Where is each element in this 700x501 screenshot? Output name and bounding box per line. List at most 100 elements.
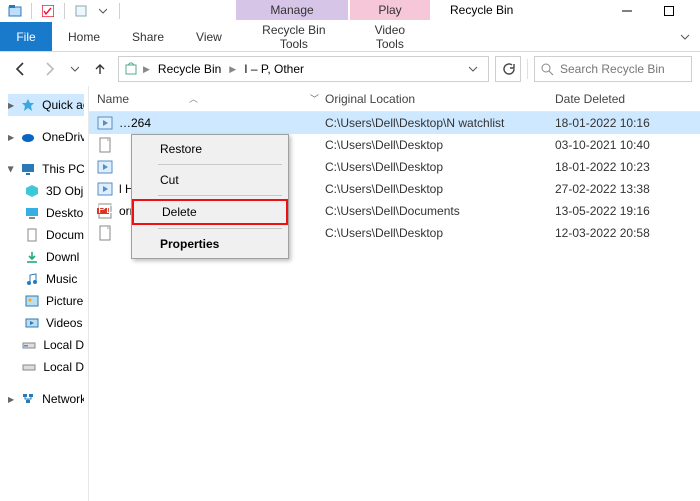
search-icon <box>541 63 554 76</box>
minimize-button[interactable] <box>620 4 634 18</box>
file-icon <box>97 137 113 153</box>
file-icon <box>97 115 113 131</box>
maximize-button[interactable] <box>662 4 676 18</box>
sidebar-item-label: Docum <box>46 228 84 242</box>
ribbon-expand-icon[interactable] <box>670 22 700 51</box>
column-dropdown-icon[interactable]: ﹀ <box>310 92 319 105</box>
tab-file[interactable]: File <box>0 22 52 51</box>
sidebar-item-label: Downl <box>46 250 79 264</box>
sidebar-item-label: Videos <box>46 316 82 330</box>
navigation-bar: ▶ Recycle Bin ▶ I – P, Other Search Recy… <box>0 52 700 86</box>
menu-separator <box>158 195 282 196</box>
column-header-name[interactable]: Name ︿ ﹀ <box>97 92 325 106</box>
date-deleted: 18-01-2022 10:16 <box>555 116 700 130</box>
breadcrumb-group[interactable]: I – P, Other <box>240 62 308 76</box>
chevron-right-icon[interactable]: ▶ <box>229 64 236 75</box>
sidebar-item-label: Deskto <box>46 206 83 220</box>
qat-properties-icon[interactable] <box>39 2 57 20</box>
tab-recycle-bin-tools[interactable]: Recycle Bin Tools <box>238 22 350 51</box>
sidebar-item-videos[interactable]: Videos <box>8 312 84 334</box>
menu-separator <box>158 228 282 229</box>
chevron-right-icon[interactable]: ▶ <box>8 101 14 110</box>
context-tab-manage: Manage <box>236 0 348 20</box>
refresh-button[interactable] <box>495 56 521 82</box>
address-dropdown-icon[interactable] <box>468 64 478 74</box>
app-icon[interactable] <box>6 2 24 20</box>
context-menu-cut[interactable]: Cut <box>132 168 288 192</box>
this-pc-icon <box>20 161 36 177</box>
ribbon-tabs: File Home Share View Recycle Bin Tools V… <box>0 22 700 52</box>
sidebar-item-local-disk-1[interactable]: Local D <box>8 334 84 356</box>
chevron-right-icon[interactable]: ▶ <box>143 64 150 75</box>
sidebar-item-3d-objects[interactable]: 3D Obj <box>8 180 84 202</box>
downloads-icon <box>24 249 40 265</box>
original-location: C:\Users\Dell\Documents <box>325 204 555 218</box>
up-button[interactable] <box>88 57 112 81</box>
qat-dropdown-icon[interactable] <box>94 2 112 20</box>
3d-objects-icon <box>24 183 40 199</box>
date-deleted: 13-05-2022 19:16 <box>555 204 700 218</box>
sidebar-item-label: Music <box>46 272 77 286</box>
context-menu-delete[interactable]: Delete <box>132 199 288 225</box>
drive-icon <box>21 359 37 375</box>
table-row[interactable]: …264 C:\Users\Dell\Desktop\N watchlist18-… <box>89 112 700 134</box>
network-icon <box>20 391 36 407</box>
sidebar-item-local-disk-2[interactable]: Local D <box>8 356 84 378</box>
sidebar-item-label: Local D <box>43 338 84 352</box>
sidebar-item-label: OneDriv <box>42 130 84 144</box>
date-deleted: 03-10-2021 10:40 <box>555 138 700 152</box>
sidebar-item-onedrive[interactable]: ▶ OneDriv <box>8 126 84 148</box>
sidebar-item-music[interactable]: Music <box>8 268 84 290</box>
recent-locations-icon[interactable] <box>68 57 82 81</box>
tab-share[interactable]: Share <box>116 22 180 51</box>
original-location: C:\Users\Dell\Desktop <box>325 138 555 152</box>
sidebar-item-desktop[interactable]: Deskto <box>8 202 84 224</box>
context-menu-restore[interactable]: Restore <box>132 137 288 161</box>
file-icon: PDF <box>97 203 113 219</box>
file-icon <box>97 225 113 241</box>
original-location: C:\Users\Dell\Desktop\N watchlist <box>325 116 555 130</box>
navigation-pane: ▶ Quick ac ▶ OneDriv ▶ This PC 3D Obj De… <box>0 86 88 501</box>
sidebar-item-network[interactable]: ▶ Network <box>8 388 84 410</box>
pictures-icon <box>24 293 40 309</box>
chevron-right-icon[interactable]: ▶ <box>8 395 14 404</box>
desktop-icon <box>24 205 40 221</box>
sidebar-item-documents[interactable]: Docum <box>8 224 84 246</box>
original-location: C:\Users\Dell\Desktop <box>325 226 555 240</box>
context-menu: Restore Cut Delete Properties <box>131 134 289 259</box>
tab-home[interactable]: Home <box>52 22 116 51</box>
file-name: …264 <box>119 116 151 130</box>
onedrive-icon <box>20 129 36 145</box>
sidebar-item-label: Local D <box>43 360 84 374</box>
original-location: C:\Users\Dell\Desktop <box>325 160 555 174</box>
sidebar-item-this-pc[interactable]: ▶ This PC <box>8 158 84 180</box>
tab-video-tools[interactable]: Video Tools <box>350 22 430 51</box>
sidebar-item-downloads[interactable]: Downl <box>8 246 84 268</box>
menu-separator <box>158 164 282 165</box>
address-bar[interactable]: ▶ Recycle Bin ▶ I – P, Other <box>118 56 489 82</box>
documents-icon <box>24 227 40 243</box>
context-menu-properties[interactable]: Properties <box>132 232 288 256</box>
context-tab-play: Play <box>350 0 430 20</box>
forward-button[interactable] <box>38 57 62 81</box>
search-box[interactable]: Search Recycle Bin <box>534 56 692 82</box>
search-placeholder: Search Recycle Bin <box>560 62 665 76</box>
sort-ascending-icon: ︿ <box>189 92 198 105</box>
column-header-date-deleted[interactable]: Date Deleted <box>555 92 700 106</box>
sidebar-item-pictures[interactable]: Picture <box>8 290 84 312</box>
chevron-down-icon[interactable]: ▶ <box>8 166 16 172</box>
qat-new-icon[interactable] <box>72 2 90 20</box>
tab-view[interactable]: View <box>180 22 238 51</box>
date-deleted: 27-02-2022 13:38 <box>555 182 700 196</box>
title-bar: Manage Play Recycle Bin <box>0 0 700 22</box>
back-button[interactable] <box>8 57 32 81</box>
sidebar-item-label: This PC <box>42 162 84 176</box>
file-icon <box>97 181 113 197</box>
sidebar-item-quick-access[interactable]: ▶ Quick ac <box>8 94 84 116</box>
sidebar-item-label: Picture <box>46 294 83 308</box>
quick-access-icon <box>20 97 36 113</box>
breadcrumb-recycle-bin[interactable]: Recycle Bin <box>154 62 225 76</box>
column-header-original-location[interactable]: Original Location <box>325 92 555 106</box>
quick-access-toolbar <box>6 2 123 20</box>
column-headers: Name ︿ ﹀ Original Location Date Deleted <box>89 86 700 112</box>
